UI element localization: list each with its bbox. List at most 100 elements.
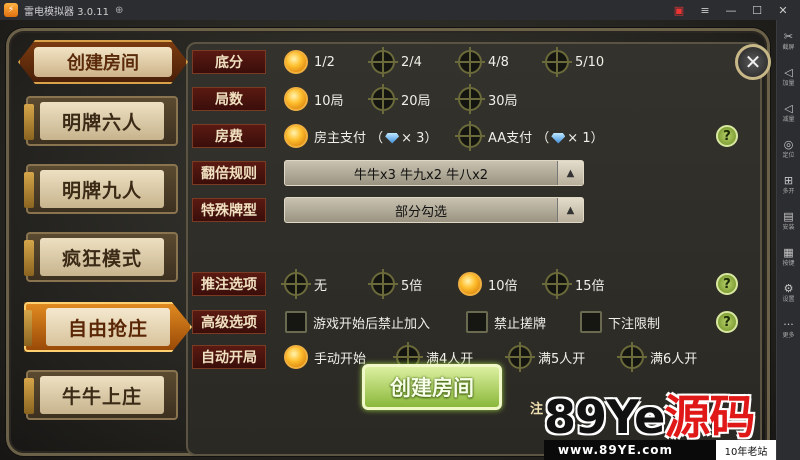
option-fee-owner[interactable]: 房主支付 （× 3） [284, 124, 437, 148]
radio-selected[interactable] [284, 124, 308, 148]
row-rounds: 局数 [192, 87, 266, 111]
sidebar-keyboard[interactable]: ▦ 按键 [777, 242, 800, 272]
sidebar-settings[interactable]: ⚙ 设置 [777, 278, 800, 308]
radio[interactable] [368, 269, 398, 299]
radio-selected[interactable] [284, 345, 308, 369]
option-label: 满6人开 [650, 351, 698, 367]
special-hands-dropdown[interactable]: 部分勾选 ▲ [284, 197, 584, 223]
create-room-button[interactable]: 创建房间 [362, 364, 502, 410]
option-base-4-8[interactable]: 4/8 [455, 47, 509, 77]
scissors-icon: ✂ [783, 29, 794, 43]
row-base-score: 底分 [192, 50, 266, 74]
tab-crazy-mode[interactable]: 疯狂模式 [24, 232, 178, 282]
option-fee-aa[interactable]: AA支付 （× 1） [455, 121, 604, 151]
option-label: 1/2 [314, 54, 335, 70]
option-rounds-10[interactable]: 10局 [284, 87, 344, 111]
close-window-icon[interactable]: ✕ [770, 4, 796, 17]
help-advanced-icon[interactable]: ? [716, 311, 738, 333]
option-start-6[interactable]: 满6人开 [617, 342, 698, 372]
option-no-join-after-start[interactable]: 游戏开始后禁止加入 [285, 310, 430, 334]
row-label: 局数 [192, 87, 266, 111]
option-label: 游戏开始后禁止加入 [313, 316, 431, 332]
sidebar-install[interactable]: ▤ 安装 [777, 206, 800, 236]
watermark: 89Ye源码 www.89YE.com 10年老站 [544, 388, 776, 460]
sidebar-label: 安装 [782, 223, 795, 231]
maximize-icon[interactable]: ☐ [744, 4, 770, 17]
radio[interactable] [455, 121, 485, 151]
tab-niuniu-banker[interactable]: 牛牛上庄 [24, 370, 178, 420]
radio[interactable] [542, 47, 572, 77]
option-bet-none[interactable]: 无 [281, 269, 327, 299]
sidebar-label: 减量 [782, 115, 795, 123]
tab-label: 明牌九人 [61, 179, 142, 202]
radio-selected[interactable] [458, 272, 482, 296]
menu-icon[interactable]: ≡ [692, 4, 718, 17]
option-label: 5倍 [401, 278, 423, 294]
sidebar-multi-open[interactable]: ⊞ 多开 [777, 170, 800, 200]
option-base-2-4[interactable]: 2/4 [368, 47, 422, 77]
option-base-1-2[interactable]: 1/2 [284, 50, 335, 74]
radio[interactable] [505, 342, 535, 372]
chevron-up-icon[interactable]: ▲ [557, 161, 583, 185]
gift-icon[interactable]: ▣ [666, 4, 692, 17]
diamond-icon [551, 132, 566, 144]
multiplier-dropdown[interactable]: 牛牛x3 牛九x2 牛八x2 ▲ [284, 160, 584, 186]
help-bet-icon[interactable]: ? [716, 273, 738, 295]
sidebar-label: 设置 [782, 295, 795, 303]
volume-up-icon: ◁ [784, 65, 793, 79]
checkbox[interactable] [285, 311, 307, 333]
checkbox[interactable] [580, 311, 602, 333]
row-label: 特殊牌型 [192, 198, 266, 222]
row-label: 高级选项 [192, 310, 266, 334]
row-label: 底分 [192, 50, 266, 74]
chevron-up-icon[interactable]: ▲ [557, 198, 583, 222]
option-bet-limit[interactable]: 下注限制 [580, 310, 660, 334]
radio-selected[interactable] [284, 87, 308, 111]
sidebar-volume-up[interactable]: ◁ 加量 [777, 62, 800, 92]
option-no-rub-cards[interactable]: 禁止搓牌 [466, 310, 546, 334]
option-bet-10x[interactable]: 10倍 [458, 272, 518, 296]
radio[interactable] [455, 47, 485, 77]
sidebar-label: 多开 [782, 187, 795, 195]
checkbox[interactable] [466, 311, 488, 333]
dropdown-value: 部分勾选 [394, 204, 447, 220]
sidebar-volume-down[interactable]: ◁ 减量 [777, 98, 800, 128]
option-manual-start[interactable]: 手动开始 [284, 345, 366, 369]
option-label: 满5人开 [538, 351, 586, 367]
radio[interactable] [368, 84, 398, 114]
radio[interactable] [542, 269, 572, 299]
sidebar-screenshot[interactable]: ✂ 截屏 [777, 26, 800, 56]
radio[interactable] [281, 269, 311, 299]
option-rounds-20[interactable]: 20局 [368, 84, 431, 114]
help-fee-icon[interactable]: ? [716, 125, 738, 147]
tab-mingpai-nine[interactable]: 明牌九人 [24, 164, 178, 214]
tab-label: 牛牛上庄 [61, 385, 142, 408]
option-rounds-30[interactable]: 30局 [455, 84, 518, 114]
row-room-fee: 房费 [192, 124, 266, 148]
emulator-titlebar: ⚡ 雷电模拟器 3.0.11 ⊕ ▣ ≡ — ☐ ✕ [0, 0, 800, 20]
option-bet-15x[interactable]: 15倍 [542, 269, 605, 299]
sidebar-more[interactable]: ··· 更多 [777, 314, 800, 344]
radio-selected[interactable] [284, 50, 308, 74]
option-label: 5/10 [575, 54, 605, 70]
tab-free-banker[interactable]: 自由抢庄 [24, 302, 192, 352]
fee-aa-text: AA支付 [488, 130, 533, 146]
row-auto-start: 自动开局 [192, 345, 266, 369]
radio[interactable] [617, 342, 647, 372]
close-dialog-button[interactable]: ✕ [735, 44, 771, 80]
radio[interactable] [455, 84, 485, 114]
fee-aa-cost: × 1 [567, 130, 591, 146]
option-base-5-10[interactable]: 5/10 [542, 47, 605, 77]
option-start-5[interactable]: 满5人开 [505, 342, 586, 372]
sidebar-location[interactable]: ◎ 定位 [777, 134, 800, 164]
tab-mingpai-six[interactable]: 明牌六人 [24, 96, 178, 146]
option-label: 4/8 [488, 54, 509, 70]
sidebar-label: 加量 [782, 79, 795, 87]
create-room-title: 创建房间 [18, 40, 188, 84]
emulator-sidebar: ✂ 截屏 ◁ 加量 ◁ 减量 ◎ 定位 ⊞ 多开 ▤ 安装 ▦ 按键 ⚙ 设置 ··· 更多 [776, 20, 800, 460]
radio[interactable] [368, 47, 398, 77]
gamepad-icon[interactable]: ⊕ [115, 5, 123, 16]
minimize-icon[interactable]: — [718, 4, 744, 17]
option-bet-5x[interactable]: 5倍 [368, 269, 423, 299]
diamond-icon [385, 132, 400, 144]
